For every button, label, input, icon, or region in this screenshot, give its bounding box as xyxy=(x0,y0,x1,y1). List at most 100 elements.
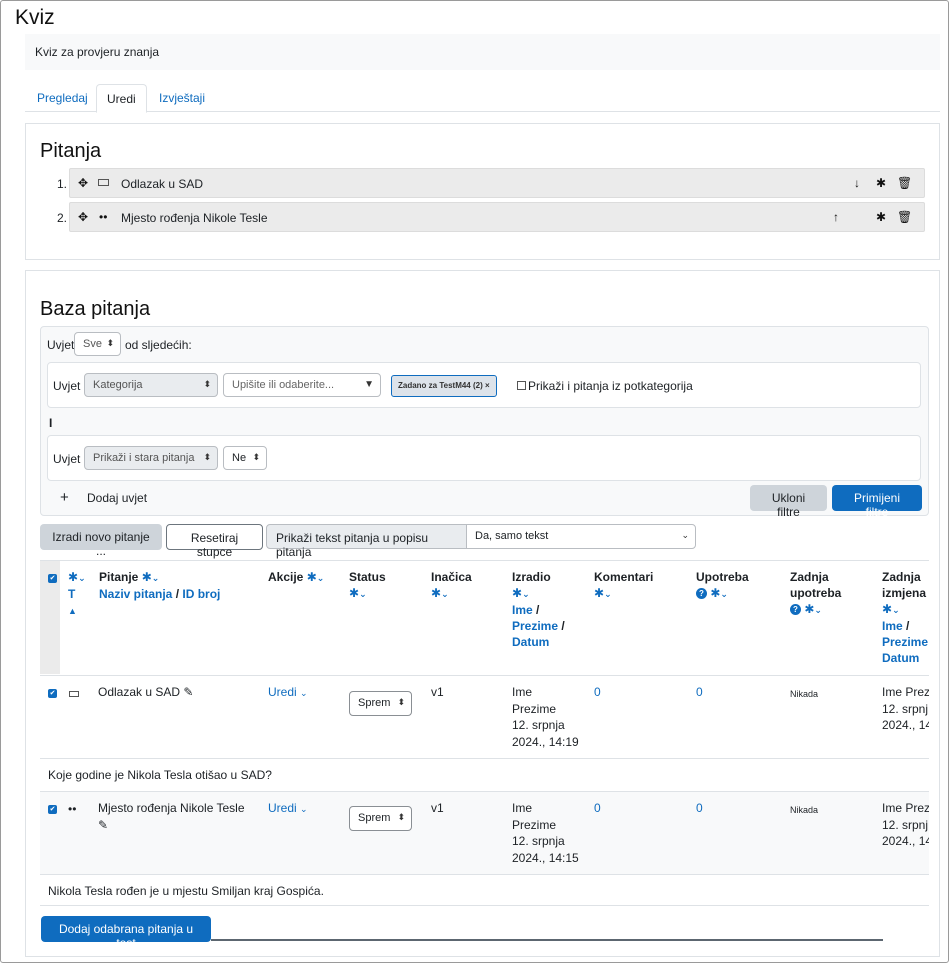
modified-value: Ime Prezi 12. srpnj 2024., 14 xyxy=(882,685,929,732)
gear-icon: ✱ xyxy=(68,570,79,584)
page-title: Kviz xyxy=(15,6,55,29)
question-number: 1. xyxy=(57,177,68,191)
sort-id-link[interactable]: ID broj xyxy=(182,587,220,601)
reset-columns-button[interactable]: Resetiraj stupce xyxy=(166,524,263,559)
edit-menu[interactable]: Uredi ⌄ xyxy=(268,800,308,818)
status-column-header: Status ✱⌄ xyxy=(349,570,386,600)
question-number: 2. xyxy=(57,211,68,225)
actions-column-header: Akcije ✱⌄ xyxy=(268,570,325,584)
version-column-header: Inačica ✱⌄ xyxy=(431,570,472,600)
arrow-up-icon[interactable]: ↑ xyxy=(833,211,839,223)
select-all-checkbox[interactable]: ✔ xyxy=(48,574,57,583)
comments-count[interactable]: 0 xyxy=(594,684,601,701)
edit-menu[interactable]: Uredi ⌄ xyxy=(268,684,308,702)
question-bank-heading: Baza pitanja xyxy=(40,298,151,320)
question-slot: ✥ •• Mjesto rođenja Nikole Tesle ↑ ✱ 🗑 xyxy=(69,202,925,232)
table-row: ✔ Odlazak u SAD ✎ Uredi ⌄ Sprem ⬍ v1 Ime P… xyxy=(40,676,929,758)
show-text-select[interactable]: Da, samo tekst ⌄ xyxy=(466,524,696,549)
plus-icon[interactable]: + xyxy=(60,489,69,506)
condition-row: Uvjet Kategorija ⬍ Upišite ili odaberite.… xyxy=(47,362,921,408)
question-name[interactable]: Mjesto rođenja Nikole Tesle xyxy=(121,211,268,225)
tab-preview[interactable]: Pregledaj xyxy=(27,84,98,112)
version-value: v1 xyxy=(431,801,444,815)
divider xyxy=(40,905,929,906)
pencil-icon[interactable]: ✎ xyxy=(183,685,193,699)
subcategory-label: Prikaži i pitanja iz potkategorija xyxy=(528,379,693,393)
tab-edit[interactable]: Uredi xyxy=(96,84,147,113)
row-checkbox[interactable]: ✔ xyxy=(48,805,57,814)
condition-label: Uvjet xyxy=(53,379,81,393)
gear-icon[interactable]: ✱ xyxy=(349,586,359,600)
usage-count[interactable]: 0 xyxy=(696,800,703,817)
condition-type-select[interactable]: Kategorija ⬍ xyxy=(84,373,218,397)
last-used-value: Nikada xyxy=(790,689,819,699)
created-by-value: Ime Prezime 12. srpnja 2024., 14:19 xyxy=(512,685,579,749)
add-selected-button[interactable]: Dodaj odabrana pitanja u test xyxy=(41,916,211,950)
question-text-preview: Koje godine je Nikola Tesla otišao u SAD… xyxy=(48,768,272,782)
move-icon[interactable]: ✥ xyxy=(78,177,88,189)
apply-filters-button[interactable]: Primijeni filtre xyxy=(832,485,922,519)
type-column-header[interactable]: ✱⌄ T ▲ xyxy=(68,569,86,619)
gear-icon[interactable]: ✱ xyxy=(431,586,441,600)
clear-filters-button[interactable]: Ukloni filtre xyxy=(750,485,827,519)
condition-label: Uvjet xyxy=(53,452,81,466)
help-icon: ? xyxy=(696,588,707,600)
gear-icon[interactable]: ✱ xyxy=(876,177,886,189)
match-suffix: od sljedećih: xyxy=(125,338,192,352)
gear-icon[interactable]: ✱ xyxy=(512,586,522,600)
gear-icon[interactable]: ✱ xyxy=(142,570,152,584)
divider xyxy=(40,560,929,561)
table-row: ✔ •• Mjesto rođenja Nikole Tesle ✎ Uredi … xyxy=(40,792,929,874)
question-name: Odlazak u SAD ✎ xyxy=(98,685,194,699)
gear-icon[interactable]: ✱ xyxy=(804,602,814,616)
question-column-header: Pitanje ✱⌄ Naziv pitanja / ID broj xyxy=(99,570,221,601)
pencil-icon[interactable]: ✎ xyxy=(98,818,108,832)
condition-type-select[interactable]: Prikaži i stara pitanja ⬍ xyxy=(84,446,218,470)
essay-type-icon: •• xyxy=(99,210,108,224)
trash-icon[interactable]: 🗑 xyxy=(897,211,912,223)
tab-reports[interactable]: Izvještaji xyxy=(149,84,215,112)
create-question-button[interactable]: Izradi novo pitanje ... xyxy=(40,524,162,558)
gear-icon[interactable]: ✱ xyxy=(594,586,604,600)
status-select[interactable]: Sprem ⬍ xyxy=(349,691,412,716)
short-answer-icon xyxy=(98,179,109,186)
arrow-down-icon[interactable]: ↓ xyxy=(854,177,860,189)
subcategory-checkbox[interactable] xyxy=(517,381,526,390)
modified-value: Ime Prezi 12. srpnj 2024., 14 xyxy=(882,801,929,848)
comments-count[interactable]: 0 xyxy=(594,800,601,817)
gear-icon[interactable]: ✱ xyxy=(876,211,886,223)
usage-column-header: Upotreba? ✱⌄ xyxy=(696,570,749,600)
question-name: Mjesto rođenja Nikole Tesle ✎ xyxy=(98,801,245,832)
last-used-value: Nikada xyxy=(790,805,819,815)
gear-icon[interactable]: ✱ xyxy=(307,570,317,584)
version-value: v1 xyxy=(431,685,444,699)
match-label: Uvjet xyxy=(47,338,75,352)
trash-icon[interactable]: 🗑 xyxy=(897,177,912,189)
tab-bar: Pregledaj Uredi Izvještaji xyxy=(25,84,940,113)
status-select[interactable]: Sprem ⬍ xyxy=(349,806,412,831)
modified-column-header: Zadnja izmjena ✱⌄ Ime / Prezime Datum xyxy=(882,570,928,665)
gear-icon[interactable]: ✱ xyxy=(710,586,720,600)
condition-row: Uvjet Prikaži i stara pitanja ⬍ Ne ⬍ xyxy=(47,435,921,481)
question-text-preview: Nikola Tesla rođen je u mjestu Smiljan k… xyxy=(48,884,324,898)
add-condition-link[interactable]: Dodaj uvjet xyxy=(87,491,147,505)
sort-name-link[interactable]: Naziv pitanja xyxy=(99,587,172,601)
match-select[interactable]: Sve ⬍ xyxy=(74,332,121,356)
quiz-description: Kviz za provjeru znanja xyxy=(25,34,940,70)
row-checkbox[interactable]: ✔ xyxy=(48,689,57,698)
created-by-column-header: Izradio ✱⌄ Ime / Prezime / Datum xyxy=(512,570,565,649)
gear-icon[interactable]: ✱ xyxy=(882,602,892,616)
move-icon[interactable]: ✥ xyxy=(78,211,88,223)
category-search-input[interactable]: Upišite ili odaberite... ▼ xyxy=(223,373,381,397)
condition-joiner: I xyxy=(49,416,53,430)
show-hidden-select[interactable]: Ne ⬍ xyxy=(223,446,267,470)
scrollbar[interactable] xyxy=(211,939,883,941)
question-slot: ✥ Odlazak u SAD ↓ ✱ 🗑 xyxy=(69,168,925,198)
category-tag[interactable]: Zadano za TestM44 (2) × xyxy=(391,375,497,397)
remove-icon[interactable]: × xyxy=(485,381,490,390)
question-name[interactable]: Odlazak u SAD xyxy=(121,177,203,191)
usage-count[interactable]: 0 xyxy=(696,684,703,701)
divider xyxy=(40,758,929,759)
created-by-value: Ime Prezime 12. srpnja 2024., 14:15 xyxy=(512,801,579,865)
last-used-column-header: Zadnja upotreba? ✱⌄ xyxy=(790,570,842,616)
